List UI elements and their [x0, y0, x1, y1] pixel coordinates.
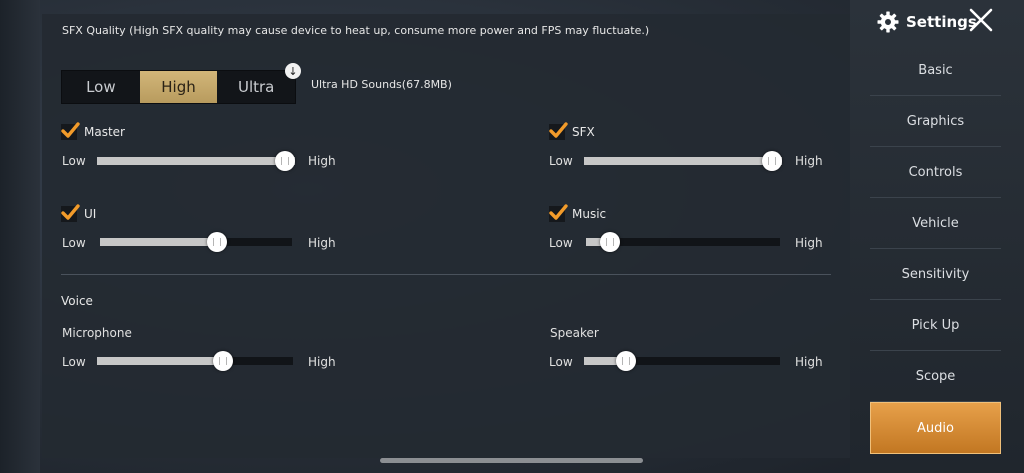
- music-volume-slider[interactable]: [586, 232, 780, 252]
- quality-low-button[interactable]: Low: [62, 71, 140, 103]
- quality-ultra-button[interactable]: Ultra: [217, 71, 295, 103]
- sidebar-item-scope[interactable]: Scope: [870, 351, 1001, 402]
- checkmark-icon: [61, 122, 80, 138]
- slider-fill: [584, 357, 620, 365]
- checkmark-icon: [549, 204, 568, 220]
- sidebar-item-graphics[interactable]: Graphics: [870, 96, 1001, 147]
- download-icon[interactable]: ↓: [285, 63, 301, 79]
- music-high-label: High: [795, 236, 823, 250]
- sidebar-item-basic[interactable]: Basic: [870, 45, 1001, 96]
- settings-title: Settings: [906, 13, 977, 31]
- sfx-low-label: Low: [549, 154, 573, 168]
- sfx-volume-slider[interactable]: [584, 151, 782, 171]
- sfx-high-label: High: [795, 154, 823, 168]
- microphone-low-label: Low: [62, 355, 86, 369]
- ui-low-label: Low: [62, 236, 86, 250]
- ultra-hd-sounds-note: Ultra HD Sounds(67.8MB): [311, 78, 452, 91]
- slider-thumb[interactable]: [599, 232, 620, 252]
- master-low-label: Low: [62, 154, 86, 168]
- music-check-box[interactable]: [549, 204, 568, 222]
- slider-thumb[interactable]: [206, 232, 227, 252]
- speaker-label: Speaker: [550, 326, 599, 340]
- horizontal-scrollbar[interactable]: [380, 458, 643, 463]
- master-high-label: High: [308, 154, 336, 168]
- gear-icon: [877, 11, 899, 33]
- slider-fill: [97, 357, 227, 365]
- microphone-high-label: High: [308, 355, 336, 369]
- music-checkbox[interactable]: Music: [549, 204, 607, 222]
- music-low-label: Low: [549, 236, 573, 250]
- ui-volume-slider[interactable]: [100, 232, 292, 252]
- settings-header: Settings: [876, 8, 1024, 36]
- sidebar-item-vehicle[interactable]: Vehicle: [870, 198, 1001, 249]
- microphone-label: Microphone: [62, 326, 132, 340]
- slider-fill: [97, 157, 295, 165]
- sfx-quality-title: SFX Quality (High SFX quality may cause …: [62, 24, 650, 37]
- speaker-low-label: Low: [549, 355, 573, 369]
- sidebar-item-controls[interactable]: Controls: [870, 147, 1001, 198]
- speaker-high-label: High: [795, 355, 823, 369]
- voice-section-title: Voice: [61, 294, 93, 308]
- slider-thumb[interactable]: [275, 151, 295, 171]
- close-icon[interactable]: [968, 7, 994, 33]
- sfx-label: SFX: [572, 125, 595, 139]
- sidebar-item-audio[interactable]: Audio: [870, 402, 1001, 454]
- checkmark-icon: [549, 122, 568, 138]
- music-label: Music: [572, 207, 607, 221]
- section-divider: [61, 274, 831, 275]
- ui-check-box[interactable]: [61, 204, 80, 222]
- background-left: [0, 0, 40, 473]
- sfx-quality-selector: Low High Ultra: [61, 70, 296, 104]
- sidebar-item-pick-up[interactable]: Pick Up: [870, 300, 1001, 351]
- ui-checkbox[interactable]: UI: [61, 204, 97, 222]
- sfx-check-box[interactable]: [549, 122, 568, 140]
- master-check-box[interactable]: [61, 122, 80, 140]
- slider-thumb[interactable]: [615, 351, 636, 371]
- master-label: Master: [84, 125, 125, 139]
- ui-high-label: High: [308, 236, 336, 250]
- sidebar-item-sensitivity[interactable]: Sensitivity: [870, 249, 1001, 300]
- ui-label: UI: [84, 207, 97, 221]
- slider-fill: [584, 157, 782, 165]
- settings-sidebar: Basic Graphics Controls Vehicle Sensitiv…: [870, 45, 1001, 454]
- master-checkbox[interactable]: Master: [61, 122, 125, 140]
- quality-high-button[interactable]: High: [139, 71, 218, 103]
- checkmark-icon: [61, 204, 80, 220]
- sfx-checkbox[interactable]: SFX: [549, 122, 595, 140]
- speaker-volume-slider[interactable]: [584, 351, 780, 371]
- slider-thumb[interactable]: [762, 151, 782, 171]
- master-volume-slider[interactable]: [97, 151, 295, 171]
- microphone-volume-slider[interactable]: [97, 351, 293, 371]
- slider-fill: [100, 238, 220, 246]
